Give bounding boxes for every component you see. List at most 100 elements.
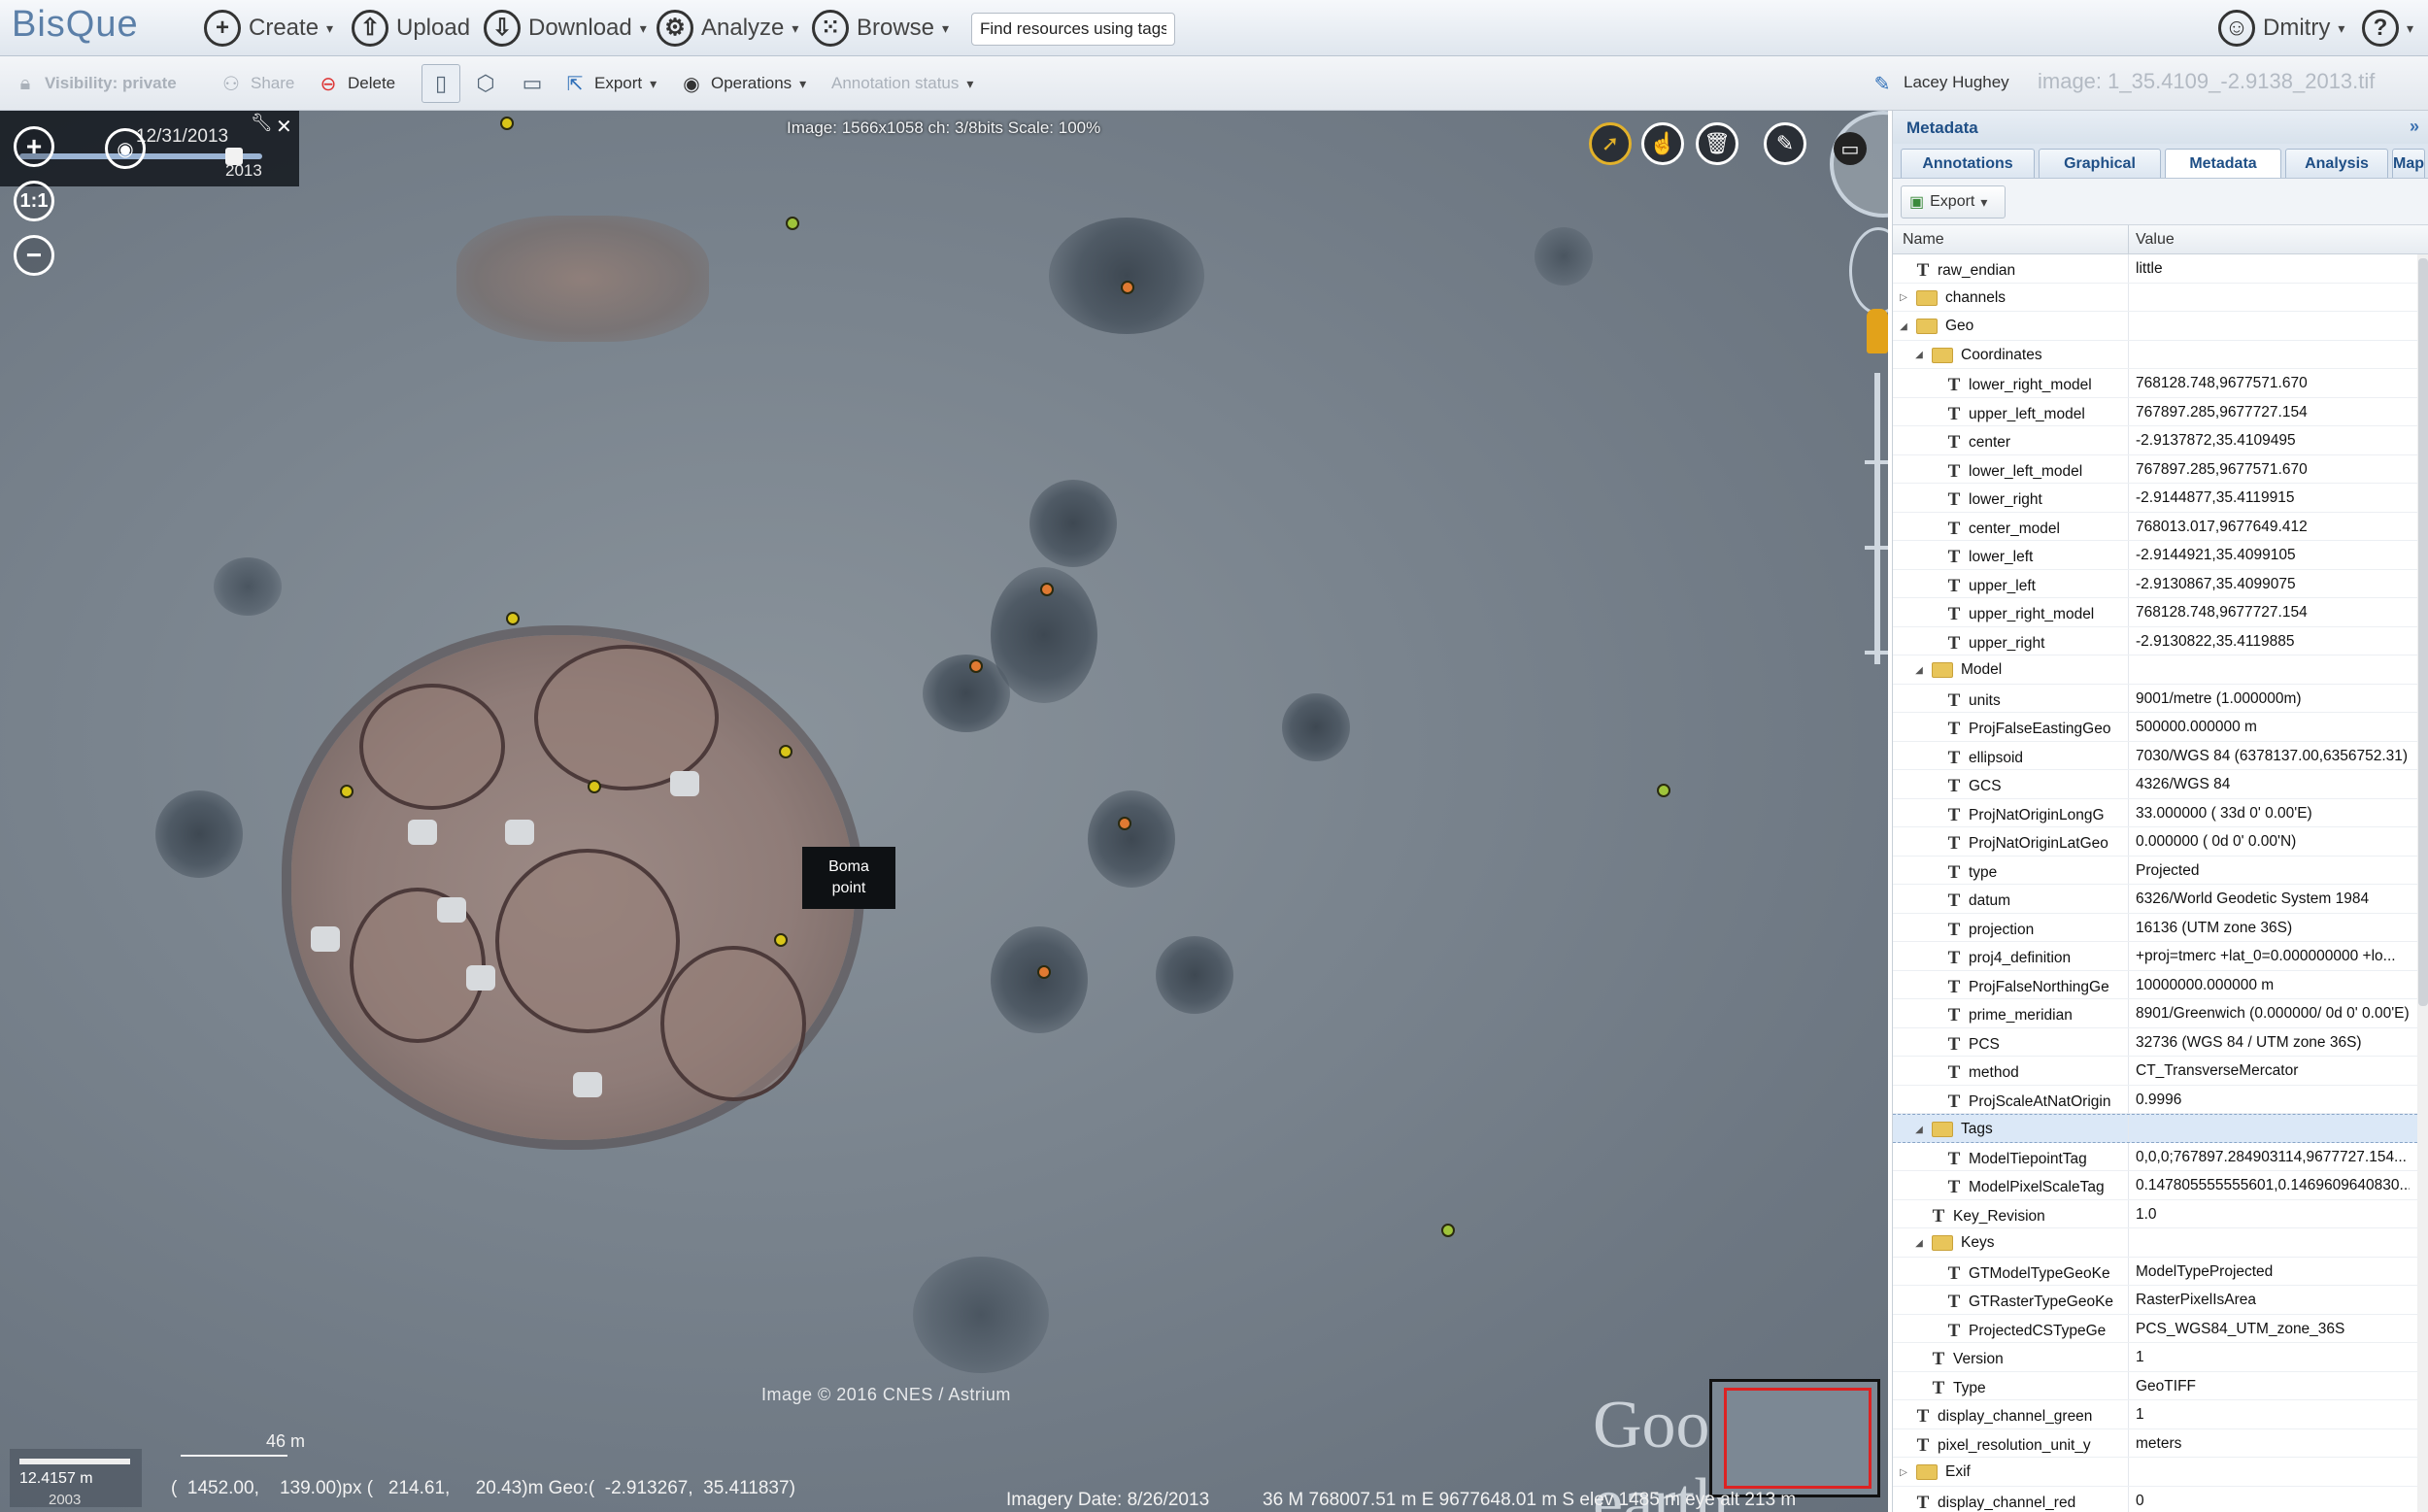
share-button[interactable]: ⚇ Share [219, 70, 294, 97]
metadata-row[interactable]: T ModelTiepointTag 0,0,0;767897.284903114,… [1893, 1142, 2417, 1171]
metadata-row[interactable]: Ttype Projected [1893, 856, 2417, 885]
metadata-row[interactable]: Tlower_left -2.9144921,35.4099105 [1893, 541, 2417, 570]
column-header-value[interactable]: Value [2136, 231, 2175, 249]
metadata-row[interactable]: T ProjNatOriginLatGeo 0.000000 ( 0d 0' 0.0… [1893, 827, 2417, 857]
edit-tool-button[interactable]: ✎ [1764, 122, 1806, 165]
metadata-row[interactable]: Tupper_right -2.9130822,35.4119885 [1893, 626, 2417, 655]
metadata-row[interactable]: ◢ Coordinates [1893, 340, 2417, 369]
movie-view-button[interactable]: ▭ [513, 64, 552, 103]
point-tool-button[interactable]: ☝ [1641, 122, 1684, 165]
browse-menu[interactable]: ⁙ Browse ▾ [812, 10, 949, 47]
tab-metadata[interactable]: Metadata [2165, 149, 2281, 178]
owner-name[interactable]: Lacey Hughey [1904, 73, 2009, 92]
delete-button[interactable]: ⊖ Delete [317, 70, 396, 97]
column-divider[interactable] [2128, 225, 2129, 254]
metadata-row[interactable]: Tproj4_definition +proj=tmerc +lat_0=0.00… [1893, 942, 2417, 971]
tab-annotations[interactable]: Annotations [1901, 149, 2035, 178]
zoom-in-button[interactable]: + [14, 126, 54, 167]
collapse-arrow-icon[interactable]: ◢ [1899, 321, 1908, 332]
annotation-point[interactable] [588, 780, 601, 793]
metadata-row[interactable]: T ProjNatOriginLongG 33.000000 ( 33d 0' 0.… [1893, 798, 2417, 827]
metadata-row[interactable]: Tmethod CT_TransverseMercator [1893, 1057, 2417, 1086]
metadata-row[interactable]: ▷ Exif [1893, 1458, 2417, 1487]
close-icon[interactable]: ✕ [276, 115, 292, 139]
metadata-row[interactable]: ◢ Model [1893, 655, 2417, 685]
3d-view-button[interactable]: ⬡ [466, 64, 505, 103]
metadata-row[interactable]: Tlower_right_model 768128.748,9677571.670 [1893, 369, 2417, 398]
collapse-arrow-icon[interactable]: ◢ [1914, 1238, 1924, 1249]
upload-menu[interactable]: ⇧ Upload [352, 10, 470, 47]
metadata-scrollbar[interactable] [2417, 254, 2428, 1512]
annotation-point[interactable] [1121, 281, 1134, 294]
metadata-row[interactable]: ◢ Tags [1893, 1114, 2417, 1143]
annotation-point[interactable] [500, 117, 514, 130]
metadata-row[interactable]: ◢ Geo [1893, 312, 2417, 341]
expand-arrow-icon[interactable]: ▷ [1899, 1467, 1908, 1478]
metadata-row[interactable]: Tprojection 16136 (UTM zone 36S) [1893, 913, 2417, 942]
collapse-arrow-icon[interactable]: ◢ [1914, 1125, 1924, 1135]
app-logo[interactable]: BisQue [12, 4, 139, 46]
image-viewer[interactable]: Boma point Image: 1566x1058 ch: 3/8bits … [0, 111, 1888, 1512]
collapse-icon[interactable]: » [2410, 117, 2419, 137]
metadata-row[interactable]: Tdatum 6326/World Geodetic System 1984 [1893, 885, 2417, 914]
metadata-row[interactable]: Tupper_left -2.9130867,35.4099075 [1893, 569, 2417, 598]
collapse-arrow-icon[interactable]: ◢ [1914, 350, 1924, 360]
metadata-row[interactable]: ◢ Keys [1893, 1228, 2417, 1258]
export-menu[interactable]: ⇱ Export ▾ [563, 70, 658, 97]
annotation-status-menu[interactable]: Annotation status ▾ [831, 70, 973, 97]
wrench-icon[interactable]: 🔧︎ [251, 113, 273, 133]
delete-tool-button[interactable]: 🗑︎ [1696, 122, 1738, 165]
metadata-row[interactable]: T GTModelTypeGeoKe ModelTypeProjected [1893, 1257, 2417, 1286]
zoom-out-button[interactable]: − [14, 235, 54, 276]
annotation-point[interactable] [340, 785, 354, 798]
annotation-point[interactable] [1118, 817, 1131, 830]
panel-export-button[interactable]: ▣ Export ▾ [1901, 185, 2006, 218]
tag-search-input[interactable] [971, 13, 1175, 46]
collapse-arrow-icon[interactable]: ◢ [1914, 665, 1924, 676]
create-menu[interactable]: + Create ▾ [204, 10, 333, 47]
tab-analysis[interactable]: Analysis [2285, 149, 2388, 178]
metadata-row[interactable]: Tdisplay_channel_green 1 [1893, 1400, 2417, 1429]
metadata-row[interactable]: Tlower_left_model 767897.285,9677571.670 [1893, 454, 2417, 484]
pegman-icon[interactable] [1867, 309, 1888, 353]
metadata-row[interactable]: Tellipsoid 7030/WGS 84 (6378137.00,635675… [1893, 741, 2417, 770]
annotation-point[interactable] [774, 933, 788, 947]
tab-map[interactable]: Map [2392, 149, 2425, 178]
annotation-point[interactable] [786, 217, 799, 230]
metadata-row[interactable]: T Key_Revision 1.0 [1893, 1199, 2417, 1228]
metadata-row[interactable]: T GTRasterTypeGeoKe RasterPixelIsArea [1893, 1286, 2417, 1315]
metadata-row[interactable]: T ProjFalseNorthingGe 10000000.000000 m [1893, 970, 2417, 999]
earth-zoom-slider[interactable] [1874, 373, 1880, 664]
metadata-row[interactable]: Traw_endian little [1893, 254, 2417, 284]
tab-graphical[interactable]: Graphical [2039, 149, 2161, 178]
metadata-row[interactable]: Tupper_left_model 767897.285,9677727.154 [1893, 397, 2417, 426]
metadata-row[interactable]: Tunits 9001/metre (1.000000m) [1893, 684, 2417, 713]
metadata-row[interactable]: Tlower_right -2.9144877,35.4119915 [1893, 484, 2417, 513]
annotation-point[interactable] [1441, 1224, 1455, 1237]
analyze-menu[interactable]: ⚙ Analyze ▾ [657, 10, 798, 47]
metadata-row[interactable]: Tupper_right_model 768128.748,9677727.154 [1893, 598, 2417, 627]
download-menu[interactable]: ⇩ Download ▾ [484, 10, 647, 47]
metadata-row[interactable]: Tprime_meridian 8901/Greenwich (0.000000/… [1893, 999, 2417, 1028]
navigate-tool-button[interactable]: ➚ [1589, 122, 1632, 165]
metadata-row[interactable]: Tpixel_resolution_unit_y meters [1893, 1428, 2417, 1458]
annotation-point[interactable] [1657, 784, 1670, 797]
metadata-row[interactable]: T Version 1 [1893, 1343, 2417, 1372]
2d-view-button[interactable]: ▯ [422, 64, 460, 103]
user-menu[interactable]: ☺ Dmitry ▾ [2218, 10, 2344, 47]
column-header-name[interactable]: Name [1903, 231, 1944, 249]
metadata-row[interactable]: Tcenter -2.9137872,35.4109495 [1893, 426, 2417, 455]
metadata-row[interactable]: T ProjScaleAtNatOrigin 0.9996 [1893, 1085, 2417, 1114]
metadata-row[interactable]: T GCS 4326/WGS 84 [1893, 770, 2417, 799]
expand-arrow-icon[interactable]: ▷ [1899, 292, 1908, 303]
metadata-row[interactable]: ▷ channels [1893, 283, 2417, 312]
metadata-row[interactable]: T Type GeoTIFF [1893, 1371, 2417, 1400]
visibility-toggle[interactable]: 🔒︎ Visibility: private [14, 70, 177, 97]
metadata-row[interactable]: T ProjFalseEastingGeo 500000.000000 m [1893, 713, 2417, 742]
metadata-row[interactable]: T ModelPixelScaleTag 0.147805555555601,0.1… [1893, 1171, 2417, 1200]
earth-navigation-ring[interactable] [1830, 111, 1888, 218]
help-button[interactable]: ? ▾ [2362, 10, 2413, 47]
metadata-row[interactable]: Tcenter_model 768013.017,9677649.412 [1893, 512, 2417, 541]
operations-menu[interactable]: ◉ Operations ▾ [680, 70, 806, 97]
metadata-row[interactable]: T ProjectedCSTypeGe PCS_WGS84_UTM_zone_36S [1893, 1314, 2417, 1343]
